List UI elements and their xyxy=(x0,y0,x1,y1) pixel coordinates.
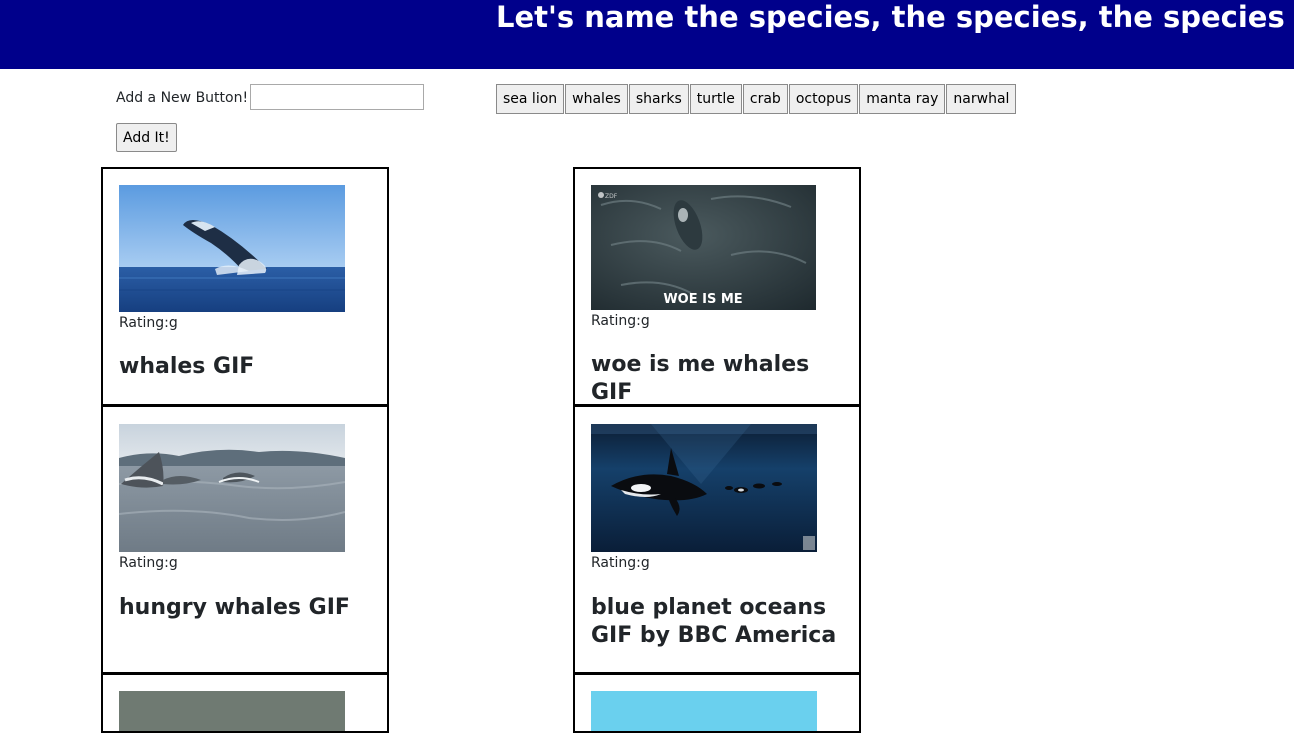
page-title: Let's name the species, the species, the… xyxy=(496,0,1285,34)
species-button-turtle[interactable]: turtle xyxy=(689,84,742,114)
species-button-whales[interactable]: whales xyxy=(565,84,628,114)
gif-image[interactable] xyxy=(591,691,817,731)
gif-image[interactable] xyxy=(119,691,345,731)
gif-card: Rating:g blue planet oceans GIF by BBC A… xyxy=(573,405,861,674)
gif-card: ZDF WOE IS ME Rating:g woe is me whales … xyxy=(573,167,861,406)
gif-title: hungry whales GIF xyxy=(119,595,350,620)
species-button-manta-ray[interactable]: manta ray xyxy=(859,84,946,114)
gif-image[interactable] xyxy=(119,185,345,312)
gif-rating: Rating:g xyxy=(591,313,650,329)
add-button-label: Add a New Button! xyxy=(116,90,249,106)
gif-title: whales GIF xyxy=(119,354,255,379)
gif-rating: Rating:g xyxy=(591,555,650,571)
gif-card: Rating:g hungry whales GIF xyxy=(101,405,389,674)
species-button-octopus[interactable]: octopus xyxy=(788,84,859,114)
gif-card xyxy=(573,673,861,733)
gif-card: Rating:g whales GIF xyxy=(101,167,389,406)
page-header: Let's name the species, the species, the… xyxy=(0,0,1294,69)
gif-title: woe is me whales GIF xyxy=(591,352,810,405)
species-button-crab[interactable]: crab xyxy=(742,84,788,114)
gif-card xyxy=(101,673,389,733)
species-button-bar: sea lion whales sharks turtle crab octop… xyxy=(496,84,1017,114)
gif-overlay-text: WOE IS ME xyxy=(663,292,742,307)
svg-text:ZDF: ZDF xyxy=(605,193,618,200)
gif-image[interactable] xyxy=(119,424,345,552)
species-button-narwhal[interactable]: narwhal xyxy=(946,84,1017,114)
add-it-button[interactable]: Add It! xyxy=(116,123,177,152)
gif-title: blue planet oceans GIF by BBC America xyxy=(591,595,837,648)
gif-image[interactable]: ZDF WOE IS ME xyxy=(591,185,816,310)
gif-rating: Rating:g xyxy=(119,315,178,331)
gif-rating: Rating:g xyxy=(119,555,178,571)
species-button-sharks[interactable]: sharks xyxy=(628,84,689,114)
species-button-sea-lion[interactable]: sea lion xyxy=(496,84,565,114)
new-button-input[interactable] xyxy=(250,84,424,110)
gif-image[interactable] xyxy=(591,424,817,552)
